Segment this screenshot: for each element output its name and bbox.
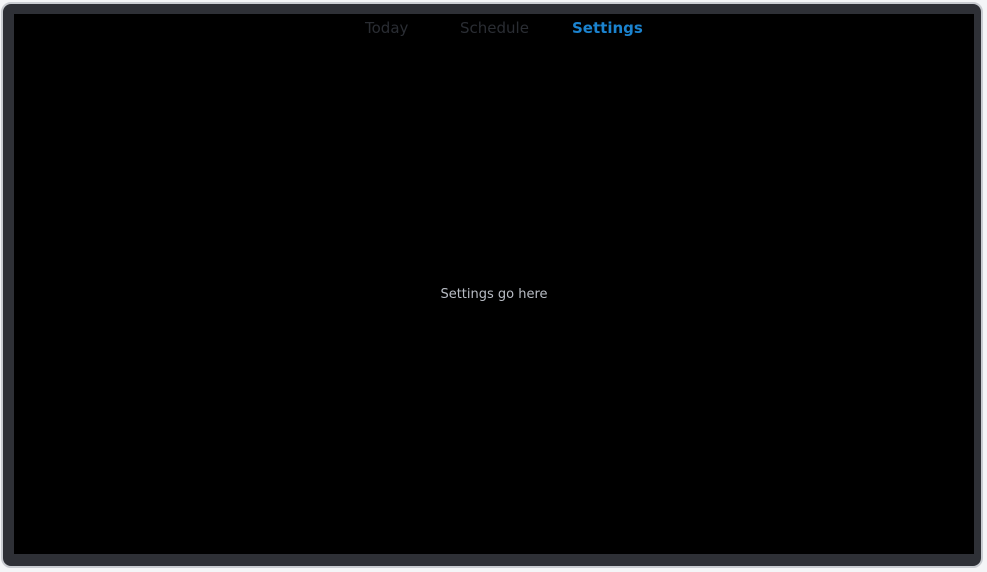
app-screen: Settings go here Today Schedule Settings	[14, 14, 974, 554]
tab-bar: Today Schedule Settings	[14, 14, 974, 44]
settings-placeholder-text: Settings go here	[440, 287, 548, 302]
tab-schedule[interactable]: Schedule	[460, 18, 529, 38]
tab-settings[interactable]: Settings	[572, 18, 643, 38]
tab-today[interactable]: Today	[365, 18, 408, 38]
device-frame: Settings go here Today Schedule Settings	[1, 2, 983, 568]
settings-page: Settings go here	[14, 14, 974, 554]
